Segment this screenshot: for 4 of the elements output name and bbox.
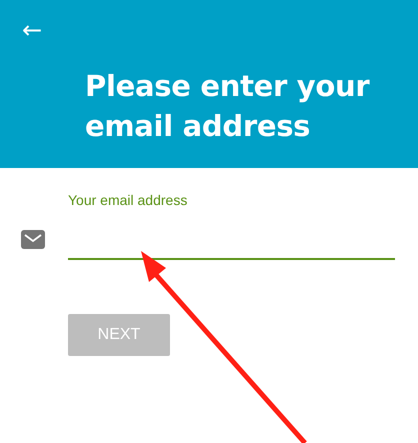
envelope-icon xyxy=(21,230,45,249)
field-label: Your email address xyxy=(68,192,188,208)
page-title: Please enter your email address xyxy=(85,68,371,145)
back-button[interactable]: ← xyxy=(20,14,44,46)
